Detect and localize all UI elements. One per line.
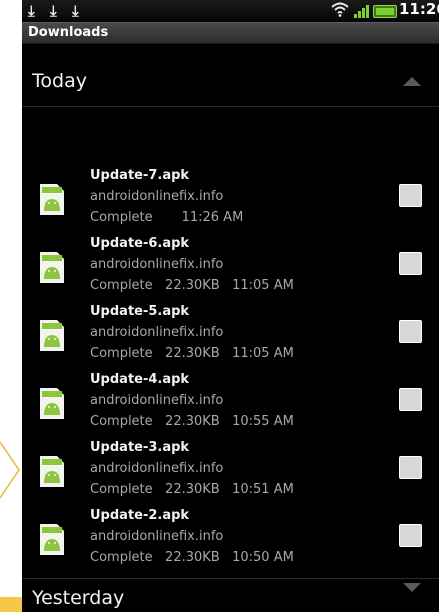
download-source: androidonlinefix.info xyxy=(90,189,224,204)
apk-file-icon xyxy=(40,388,64,419)
apk-file-icon xyxy=(40,456,64,487)
select-checkbox[interactable] xyxy=(399,320,422,343)
status-bar: ⤓ ⤓ ⤓ 11:26AM xyxy=(22,0,439,22)
list-item[interactable]: Update-7.apk androidonlinefix.info Complet… xyxy=(22,168,439,236)
select-checkbox[interactable] xyxy=(399,252,422,275)
file-name: Update-3.apk xyxy=(90,440,190,455)
download-status: Complete 11:26 AM xyxy=(90,210,244,225)
apk-file-icon xyxy=(40,252,64,283)
callout-arrow xyxy=(0,440,20,500)
downloads-list: Update-7.apk androidonlinefix.info Complet… xyxy=(22,168,439,576)
download-notification-icon[interactable]: ⤓ xyxy=(50,2,57,20)
download-source: androidonlinefix.info xyxy=(90,393,224,408)
download-status: Complete 22.30KB 10:50 AM xyxy=(90,550,294,565)
list-item[interactable]: Update-3.apk androidonlinefix.info Complet… xyxy=(22,440,439,508)
download-status: Complete 22.30KB 11:05 AM xyxy=(90,346,294,361)
file-name: Update-7.apk xyxy=(90,168,190,183)
select-checkbox[interactable] xyxy=(399,524,422,547)
file-name: Update-6.apk xyxy=(90,236,190,251)
file-name: Update-4.apk xyxy=(90,372,190,387)
download-source: androidonlinefix.info xyxy=(90,461,224,476)
select-checkbox[interactable] xyxy=(399,388,422,411)
select-checkbox[interactable] xyxy=(399,184,422,207)
clock-time: 11:26 xyxy=(399,0,439,18)
battery-icon xyxy=(373,5,397,18)
download-source: androidonlinefix.info xyxy=(90,257,224,272)
download-source: androidonlinefix.info xyxy=(90,529,224,544)
file-name: Update-2.apk xyxy=(90,508,190,523)
section-header-yesterday[interactable]: Yesterday xyxy=(22,578,439,612)
section-header-today[interactable]: Today xyxy=(22,44,439,107)
apk-file-icon xyxy=(40,184,64,215)
list-item[interactable]: Update-2.apk androidonlinefix.info Complet… xyxy=(22,508,439,576)
wifi-icon xyxy=(331,2,349,21)
section-label-today: Today xyxy=(32,70,87,92)
file-name: Update-5.apk xyxy=(90,304,190,319)
apk-file-icon xyxy=(40,524,64,555)
expand-arrow-icon[interactable] xyxy=(403,583,421,592)
apk-file-icon xyxy=(40,320,64,351)
download-status: Complete 22.30KB 10:55 AM xyxy=(90,414,294,429)
download-status: Complete 22.30KB 11:05 AM xyxy=(90,278,294,293)
collapse-arrow-icon[interactable] xyxy=(403,77,421,86)
signal-strength-icon xyxy=(354,3,370,22)
app-title-bar: Downloads xyxy=(22,22,439,44)
phone-screen: ⤓ ⤓ ⤓ 11:26AM Downloads Today xyxy=(22,0,439,612)
list-item[interactable]: Update-5.apk androidonlinefix.info Complet… xyxy=(22,304,439,372)
list-item[interactable]: Update-4.apk androidonlinefix.info Complet… xyxy=(22,372,439,440)
list-item[interactable]: Update-6.apk androidonlinefix.info Complet… xyxy=(22,236,439,304)
highlight-tab xyxy=(0,597,24,612)
status-clock: 11:26AM xyxy=(399,0,439,18)
section-label-yesterday: Yesterday xyxy=(32,587,125,609)
download-status: Complete 22.30KB 10:51 AM xyxy=(90,482,294,497)
download-notification-icon[interactable]: ⤓ xyxy=(72,2,79,20)
download-source: androidonlinefix.info xyxy=(90,325,224,340)
download-notification-icon[interactable]: ⤓ xyxy=(28,2,35,20)
select-checkbox[interactable] xyxy=(399,456,422,479)
page-title: Downloads xyxy=(28,25,109,40)
